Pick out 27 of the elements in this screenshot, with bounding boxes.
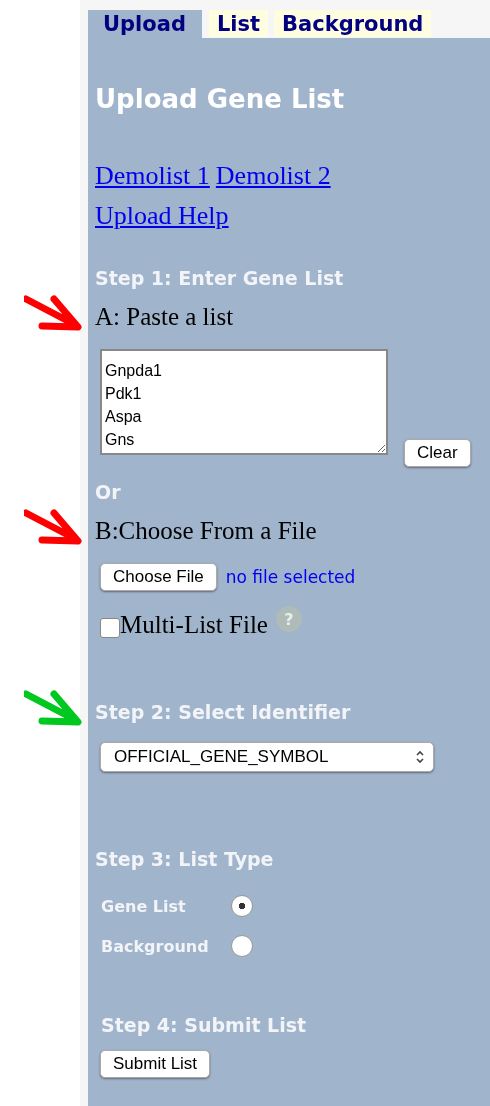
clear-button[interactable]: Clear: [404, 439, 471, 467]
identifier-select[interactable]: OFFICIAL_GENE_SYMBOL: [100, 742, 434, 772]
radio-label: Gene List: [101, 896, 187, 916]
step-heading: Step 1: Enter Gene List: [95, 267, 345, 289]
step-heading: Step 4: Submit List: [101, 1014, 308, 1036]
or-label: Or: [95, 481, 122, 503]
multi-list-label: Multi-List File: [120, 611, 268, 639]
file-label: B:Choose From a File: [95, 517, 318, 545]
tab[interactable]: Upload: [88, 10, 202, 38]
demo-link[interactable]: Demolist 2: [215, 161, 331, 191]
page-title: Upload Gene List: [95, 83, 346, 115]
file-status: no file selected: [225, 567, 356, 587]
submit-button[interactable]: Submit List: [100, 1050, 211, 1078]
help-link[interactable]: Upload Help: [95, 201, 229, 231]
choose-file-button[interactable]: Choose File: [100, 563, 217, 591]
demo-link[interactable]: Demolist 1: [95, 161, 210, 191]
step-heading: Step 3: List Type: [95, 848, 275, 870]
tab[interactable]: List: [208, 10, 269, 37]
radio-button[interactable]: [231, 935, 253, 957]
gene-list-field[interactable]: Gnpda1 Pdk1 Aspa Gns: [100, 349, 388, 455]
radio-button[interactable]: [231, 895, 253, 917]
multi-list-checkbox[interactable]: [100, 618, 120, 638]
paste-label: A: Paste a list: [95, 303, 235, 331]
updown-icon: [415, 749, 425, 765]
tab[interactable]: Background: [274, 10, 432, 37]
step-heading: Step 2: Select Identifier: [95, 701, 352, 723]
radio-label: Background: [101, 936, 210, 956]
